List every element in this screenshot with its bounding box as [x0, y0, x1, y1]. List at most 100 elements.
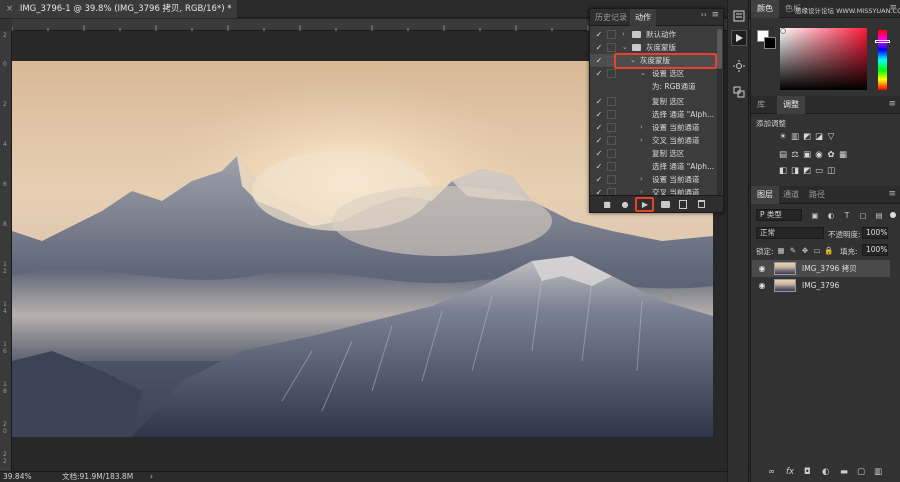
new-action-icon[interactable]	[676, 198, 690, 210]
blend-mode-select[interactable]: 正常	[756, 227, 824, 239]
visibility-eye-icon[interactable]: ◉	[756, 277, 768, 294]
panel-menu-icon[interactable]: ≡	[888, 99, 896, 109]
delete-layer-trash-icon[interactable]: ▥	[874, 467, 882, 477]
panel-menu-icon[interactable]: ≡	[889, 3, 897, 13]
fill-input[interactable]: 100%	[862, 244, 888, 256]
filter-toggle[interactable]	[890, 212, 896, 218]
lock-all-icon[interactable]: 🔒	[824, 245, 834, 255]
tab-history[interactable]: 历史记录	[590, 9, 632, 26]
dialog-toggle[interactable]	[607, 69, 616, 78]
lock-position-icon[interactable]: ✥	[800, 245, 810, 255]
layer-row[interactable]: ◉ IMG_3796	[752, 277, 890, 294]
action-step-row[interactable]: ✓ 复制 选区	[590, 147, 716, 160]
dialog-toggle[interactable]	[607, 30, 616, 39]
adjustment-filter-icon[interactable]: ◐	[826, 210, 836, 220]
posterize-icon[interactable]: ◨	[790, 166, 800, 176]
toggle-check-icon[interactable]: ✓	[594, 147, 604, 160]
record-icon[interactable]: ●	[618, 198, 632, 210]
action-step-row[interactable]: ✓ 选择 通道 "Alph...	[590, 108, 716, 121]
color-field[interactable]	[780, 28, 867, 90]
link-layers-icon[interactable]: ∞	[768, 467, 775, 477]
ruler-left[interactable]: 2 0 2 4 6 8 1 2 1 4 1 6 1 8 2 0 2 2	[0, 31, 12, 471]
selective-color-icon[interactable]: ◫	[826, 166, 836, 176]
dialog-toggle[interactable]	[607, 175, 616, 184]
toggle-check-icon[interactable]: ✓	[594, 41, 604, 54]
ruler-corner[interactable]	[0, 19, 12, 31]
type-filter-icon[interactable]: T	[842, 210, 852, 220]
expand-arrow-icon[interactable]: ›	[640, 134, 643, 147]
new-layer-icon[interactable]: ▢	[857, 467, 865, 477]
zoom-level[interactable]: 39.84%	[3, 472, 32, 482]
invert-icon[interactable]: ◧	[778, 166, 788, 176]
delete-trash-icon[interactable]	[694, 198, 708, 210]
close-tab-icon[interactable]: ×	[6, 4, 13, 14]
dialog-toggle[interactable]	[607, 97, 616, 106]
properties-panel-icon[interactable]	[731, 84, 747, 100]
expand-arrow-icon[interactable]: ›	[640, 173, 643, 186]
toggle-check-icon[interactable]: ✓	[594, 173, 604, 186]
lock-image-icon[interactable]: ✎	[788, 245, 798, 255]
dialog-toggle[interactable]	[607, 149, 616, 158]
expand-arrow-icon[interactable]: ›	[640, 121, 643, 134]
dialog-toggle[interactable]	[607, 136, 616, 145]
new-group-folder-icon[interactable]: ▬	[840, 467, 848, 477]
action-step-row[interactable]: ✓ › 设置 当前通道	[590, 173, 716, 186]
visibility-eye-icon[interactable]: ◉	[756, 260, 768, 277]
toggle-check-icon[interactable]: ✓	[594, 108, 604, 121]
tab-actions[interactable]: 动作	[630, 9, 656, 26]
tab-layers[interactable]: 图层	[751, 186, 779, 204]
action-step-row[interactable]: ✓ 选择 通道 "Alph...	[590, 160, 716, 173]
hue-slider[interactable]	[878, 30, 887, 90]
actions-play-panel-icon[interactable]	[731, 30, 747, 46]
scrollbar-thumb[interactable]	[717, 29, 722, 69]
dialog-toggle[interactable]	[607, 162, 616, 171]
lock-transparent-icon[interactable]: ▦	[776, 245, 786, 255]
action-step-row[interactable]: ✓ › 设置 当前通道	[590, 121, 716, 134]
kind-filter-select[interactable]: P 类型	[756, 209, 802, 221]
hue-slider-handle[interactable]	[875, 40, 890, 43]
lock-artboard-icon[interactable]: ▭	[812, 245, 822, 255]
shape-filter-icon[interactable]: ▢	[858, 210, 868, 220]
doc-info[interactable]: 文档:91.9M/183.8M	[62, 472, 133, 482]
document-tab[interactable]: × IMG_3796-1 @ 39.8% (IMG_3796 拷贝, RGB/1…	[0, 0, 238, 18]
toggle-check-icon[interactable]: ✓	[594, 95, 604, 108]
expand-arrow-icon[interactable]: ⌄	[640, 67, 646, 80]
tab-paths[interactable]: 路径	[803, 186, 831, 204]
toggle-check-icon[interactable]: ✓	[594, 121, 604, 134]
exposure-icon[interactable]: ◪	[814, 132, 824, 142]
tab-adjustments[interactable]: 调整	[777, 96, 805, 114]
action-step-row[interactable]: ✓ ⌄ 设置 选区	[590, 67, 716, 80]
sun-adjust-icon[interactable]	[731, 58, 747, 74]
layer-row[interactable]: ◉ IMG_3796 拷贝	[752, 260, 890, 277]
panel-menu-icon[interactable]: ≡	[711, 10, 719, 20]
stop-icon[interactable]: ■	[600, 198, 614, 210]
action-row[interactable]: ✓ › 默认动作	[590, 28, 716, 41]
smart-object-filter-icon[interactable]: ▤	[874, 210, 884, 220]
brightness-icon[interactable]: ☀	[778, 132, 788, 142]
vibrance-icon[interactable]: ▽	[826, 132, 836, 142]
add-mask-icon[interactable]: ◘	[804, 467, 811, 477]
tab-channels[interactable]: 通道	[777, 186, 805, 204]
action-step-row[interactable]: ✓ 复制 选区	[590, 95, 716, 108]
new-set-folder-icon[interactable]	[658, 198, 672, 210]
toggle-check-icon[interactable]: ✓	[594, 67, 604, 80]
dialog-toggle[interactable]	[607, 123, 616, 132]
curves-icon[interactable]: ◩	[802, 132, 812, 142]
toggle-check-icon[interactable]: ✓	[594, 134, 604, 147]
dialog-toggle[interactable]	[607, 43, 616, 52]
levels-icon[interactable]: ▥	[790, 132, 800, 142]
history-panel-icon[interactable]	[731, 8, 747, 24]
new-adjustment-icon[interactable]: ◐	[822, 467, 829, 477]
status-arrow-icon[interactable]: ›	[150, 472, 153, 482]
toggle-check-icon[interactable]: ✓	[594, 160, 604, 173]
tab-color[interactable]: 颜色	[751, 0, 779, 18]
expand-arrow-icon[interactable]: ›	[622, 28, 625, 41]
action-step-row[interactable]: ✓ › 交叉 当前通道	[590, 134, 716, 147]
channel-mixer-icon[interactable]: ✿	[826, 150, 836, 160]
panel-menu-icon[interactable]: ≡	[888, 189, 896, 199]
dialog-toggle[interactable]	[607, 110, 616, 119]
hue-saturation-icon[interactable]: ▤	[778, 150, 788, 160]
color-balance-icon[interactable]: ⚖	[790, 150, 800, 160]
toggle-check-icon[interactable]: ✓	[594, 54, 604, 67]
gradient-map-icon[interactable]: ▭	[814, 166, 824, 176]
